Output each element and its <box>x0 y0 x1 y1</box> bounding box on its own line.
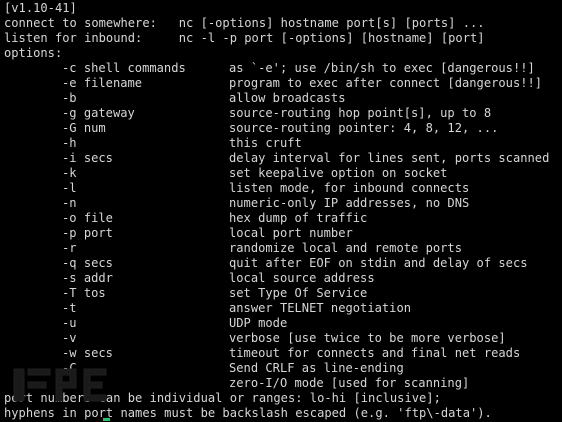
terminal-cursor <box>103 418 110 421</box>
option-flag: -r <box>62 241 77 255</box>
terminal-window[interactable]: [v1.10-41] connect to somewhere: nc [-op… <box>0 0 562 422</box>
option-description: randomize local and remote ports <box>229 241 462 255</box>
option-description: set Type Of Service <box>229 286 368 300</box>
option-flag: -v <box>62 331 77 345</box>
option-row: -T tos set Type Of Service <box>4 286 562 301</box>
option-row: -v verbose [use twice to be more verbose] <box>4 331 562 346</box>
option-row: -C Send CRLF as line-ending <box>4 361 562 376</box>
option-flag: -h <box>62 136 77 150</box>
option-description: source-routing pointer: 4, 8, 12, ... <box>229 121 499 135</box>
option-flag: -C <box>62 361 77 375</box>
option-row: -u UDP mode <box>4 316 562 331</box>
usage-listen-line: listen for inbound: nc -l -p port [-opti… <box>4 31 485 45</box>
option-flag: -s addr <box>62 271 113 285</box>
option-description: hex dump of traffic <box>229 211 368 225</box>
option-flag: -w secs <box>62 346 113 360</box>
option-flag: -i secs <box>62 151 113 165</box>
version-line: [v1.10-41] <box>4 1 77 15</box>
option-row: -G num source-routing pointer: 4, 8, 12, … <box>4 121 562 136</box>
option-description: zero-I/O mode [used for scanning] <box>229 376 470 390</box>
option-row: -s addr local source address <box>4 271 562 286</box>
option-description: local port number <box>229 226 353 240</box>
option-description: delay interval for lines sent, ports sca… <box>229 151 550 165</box>
option-row: -e filename program to exec after connect… <box>4 76 562 91</box>
option-flag: -n <box>62 196 77 210</box>
option-row: -l listen mode, for inbound connects <box>4 181 562 196</box>
option-description: answer TELNET negotiation <box>229 301 412 315</box>
option-row: -q secs quit after EOF on stdin and delay… <box>4 256 562 271</box>
option-flag: -u <box>62 316 77 330</box>
option-description: allow broadcasts <box>229 91 346 105</box>
option-description: source-routing hop point[s], up to 8 <box>229 106 492 120</box>
option-flag: -l <box>62 181 77 195</box>
option-row: -z zero-I/O mode [used for scanning] <box>4 376 562 391</box>
option-row: -r randomize local and remote ports <box>4 241 562 256</box>
option-row: -h this cruft <box>4 136 562 151</box>
option-row: -o file hex dump of traffic <box>4 211 562 226</box>
option-row: -c shell commands as `-e'; use /bin/sh to… <box>4 61 562 76</box>
option-flag: -z <box>62 376 77 390</box>
option-flag: -g gateway <box>62 106 135 120</box>
option-row: -t answer TELNET negotiation <box>4 301 562 316</box>
option-description: program to exec after connect [dangerous… <box>229 76 543 90</box>
option-flag: -e filename <box>62 76 143 90</box>
option-description: timeout for connects and final net reads <box>229 346 521 360</box>
option-description: set keepalive option on socket <box>229 166 448 180</box>
option-row: -k set keepalive option on socket <box>4 166 562 181</box>
option-row: -n numeric-only IP addresses, no DNS <box>4 196 562 211</box>
options-header: options: <box>4 46 63 60</box>
option-description: verbose [use twice to be more verbose] <box>229 331 506 345</box>
option-description: listen mode, for inbound connects <box>229 181 470 195</box>
option-flag: -G num <box>62 121 106 135</box>
option-flag: -k <box>62 166 77 180</box>
option-description: local source address <box>229 271 375 285</box>
footer-line-hyphens: hyphens in port names must be backslash … <box>4 406 492 420</box>
option-description: UDP mode <box>229 316 288 330</box>
option-flag: -o file <box>62 211 113 225</box>
option-flag: -b <box>62 91 77 105</box>
option-flag: -t <box>62 301 77 315</box>
footer-line-ports: port numbers can be individual or ranges… <box>4 391 441 405</box>
option-row: -w secs timeout for connects and final ne… <box>4 346 562 361</box>
option-description: numeric-only IP addresses, no DNS <box>229 196 470 210</box>
option-description: as `-e'; use /bin/sh to exec [dangerous!… <box>229 61 535 75</box>
option-flag: -p port <box>62 226 113 240</box>
option-row: -p port local port number <box>4 226 562 241</box>
option-row: -i secs delay interval for lines sent, po… <box>4 151 562 166</box>
option-row: -g gateway source-routing hop point[s], u… <box>4 106 562 121</box>
usage-connect-line: connect to somewhere: nc [-options] host… <box>4 16 485 30</box>
option-description: this cruft <box>229 136 302 150</box>
option-flag: -c shell commands <box>62 61 186 75</box>
option-description: quit after EOF on stdin and delay of sec… <box>229 256 528 270</box>
option-row: -b allow broadcasts <box>4 91 562 106</box>
option-flag: -T tos <box>62 286 106 300</box>
option-flag: -q secs <box>62 256 113 270</box>
option-description: Send CRLF as line-ending <box>229 361 404 375</box>
